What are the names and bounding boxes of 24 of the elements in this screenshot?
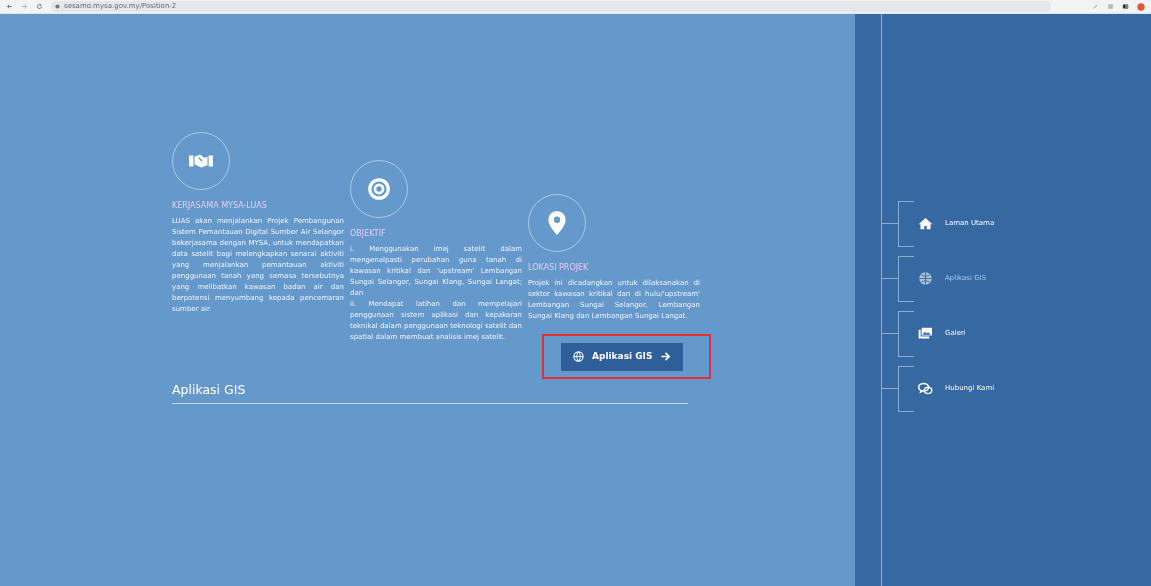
- section-heading: Aplikasi GIS: [172, 380, 247, 399]
- edit-icon[interactable]: [1092, 3, 1099, 10]
- profile-avatar-icon[interactable]: [1137, 2, 1145, 11]
- globe-icon: [573, 351, 584, 363]
- sidebar-icon[interactable]: [1122, 3, 1129, 10]
- globe-icon: [918, 271, 933, 286]
- target-icon: [366, 176, 392, 202]
- home-icon: [918, 216, 933, 231]
- gis-button[interactable]: Aplikasi GIS: [561, 343, 684, 371]
- site-info-icon[interactable]: [55, 4, 60, 9]
- nav-bracket: [898, 365, 914, 412]
- section-title: KERJASAMA MYSA-LUAS: [172, 200, 268, 212]
- nav-bracket: [898, 310, 914, 357]
- reload-icon[interactable]: [36, 3, 43, 10]
- arrow-right-icon: [660, 351, 672, 363]
- section-title: OBJEKTIF: [350, 228, 387, 240]
- back-icon[interactable]: [6, 3, 13, 10]
- extension-icon[interactable]: [1107, 3, 1114, 10]
- section-title: LOKASI PROJEK: [528, 262, 590, 274]
- chat-icon: [918, 381, 933, 396]
- nav-bracket: [898, 255, 914, 302]
- forward-icon[interactable]: [21, 3, 28, 10]
- gallery-icon: [918, 326, 933, 341]
- nav-bracket: [898, 200, 914, 247]
